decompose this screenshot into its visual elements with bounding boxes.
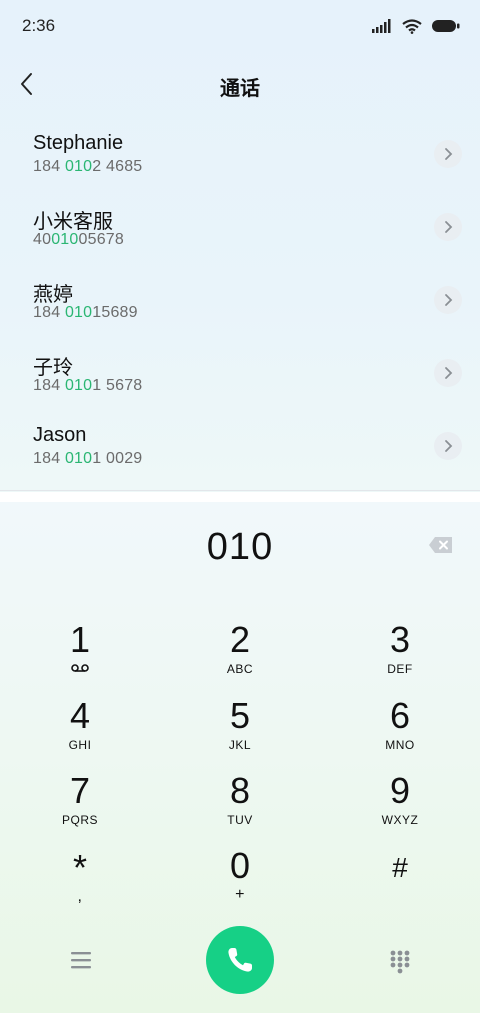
status-bar: 2:36 — [0, 0, 480, 52]
chevron-right-icon[interactable] — [434, 359, 462, 387]
contact-row[interactable]: 小米客服 4001005678 — [0, 193, 480, 266]
key-digit: 5 — [229, 695, 251, 736]
key-digit: 0 — [229, 845, 251, 886]
dialpad: 010 1 2 ABC 3 DEF 4 GHI 5 JKL 6 MNO 7 PQ… — [0, 502, 480, 1013]
contact-number: 184 0101 5678 — [33, 377, 143, 394]
match-highlight: 010 — [64, 158, 93, 175]
contact-row[interactable]: 子玲 184 0101 5678 — [0, 339, 480, 412]
contact-number: 4001005678 — [33, 231, 124, 248]
key-digit: 7 — [69, 770, 91, 811]
contact-row[interactable]: Jason 184 0101 0029 — [0, 412, 480, 485]
contact-results-panel: 2:36 通话 Stephanie 184 0102 4685 小米客服 400… — [0, 0, 480, 492]
key-letters: JKL — [228, 738, 252, 752]
chevron-right-icon[interactable] — [434, 213, 462, 241]
dial-key-8[interactable]: 8 TUV — [180, 771, 300, 837]
dial-key-2[interactable]: 2 ABC — [180, 620, 300, 686]
chevron-right-icon[interactable] — [434, 286, 462, 314]
contact-number: 184 0101 0029 — [33, 450, 143, 467]
contact-number: 184 01015689 — [33, 304, 138, 321]
chevron-right-icon[interactable] — [434, 140, 462, 168]
chevron-right-icon[interactable] — [434, 432, 462, 460]
key-letters: , — [77, 888, 83, 905]
key-digit: 1 — [69, 619, 91, 660]
menu-icon[interactable] — [66, 948, 96, 972]
dial-key-1[interactable]: 1 — [20, 620, 140, 686]
contact-name: Stephanie — [33, 132, 124, 154]
panel-divider — [0, 490, 480, 491]
match-highlight: 010 — [64, 450, 93, 467]
contact-name: 子玲 — [33, 357, 73, 379]
key-letters: ABC — [226, 662, 254, 676]
key-letters: MNO — [385, 738, 415, 752]
dial-key-7[interactable]: 7 PQRS — [20, 771, 140, 837]
key-digit: 4 — [69, 695, 91, 736]
contact-list: Stephanie 184 0102 4685 小米客服 4001005678 … — [0, 120, 480, 485]
key-digit: 6 — [389, 695, 411, 736]
battery-icon — [432, 20, 460, 32]
match-highlight: 010 — [64, 377, 93, 394]
key-letters: WXYZ — [381, 813, 419, 827]
contact-number: 184 0102 4685 — [33, 158, 143, 175]
match-highlight: 010 — [64, 304, 93, 321]
dial-key-hash[interactable]: # — [340, 848, 460, 914]
backspace-icon[interactable] — [428, 535, 454, 555]
call-button[interactable] — [206, 926, 274, 994]
key-letters: DEF — [387, 662, 413, 676]
key-digit: # — [392, 852, 408, 883]
key-digit: * — [72, 847, 87, 888]
key-letters: TUV — [227, 813, 253, 827]
dialpad-icon[interactable] — [386, 948, 414, 976]
key-letters: PQRS — [61, 813, 98, 827]
key-digit: 9 — [389, 770, 411, 811]
key-digit: 8 — [229, 770, 251, 811]
key-letters: GHI — [68, 738, 92, 752]
voicemail-icon — [71, 664, 89, 672]
dial-key-3[interactable]: 3 DEF — [340, 620, 460, 686]
dial-key-star[interactable]: * , — [20, 848, 140, 914]
key-digit: 3 — [389, 619, 411, 660]
page-title: 通话 — [220, 78, 260, 100]
dial-key-0[interactable]: 0 + — [180, 846, 300, 912]
key-digit: 2 — [229, 619, 251, 660]
wifi-icon — [402, 18, 422, 34]
contact-row[interactable]: Stephanie 184 0102 4685 — [0, 120, 480, 193]
contact-name: 燕婷 — [33, 284, 73, 306]
signal-icon — [372, 19, 391, 33]
key-letters: + — [235, 886, 245, 903]
dial-key-4[interactable]: 4 GHI — [20, 696, 140, 762]
dial-key-6[interactable]: 6 MNO — [340, 696, 460, 762]
status-icons — [372, 17, 460, 35]
match-highlight: 010 — [51, 231, 79, 248]
dial-key-9[interactable]: 9 WXYZ — [340, 771, 460, 837]
dialed-number: 010 — [206, 526, 274, 568]
contact-name: Jason — [33, 424, 87, 446]
title-bar: 通话 — [0, 60, 480, 108]
dial-key-5[interactable]: 5 JKL — [180, 696, 300, 762]
contact-name: 小米客服 — [33, 211, 113, 233]
phone-icon — [228, 948, 252, 972]
status-time: 2:36 — [22, 16, 56, 35]
contact-row[interactable]: 燕婷 184 01015689 — [0, 266, 480, 339]
